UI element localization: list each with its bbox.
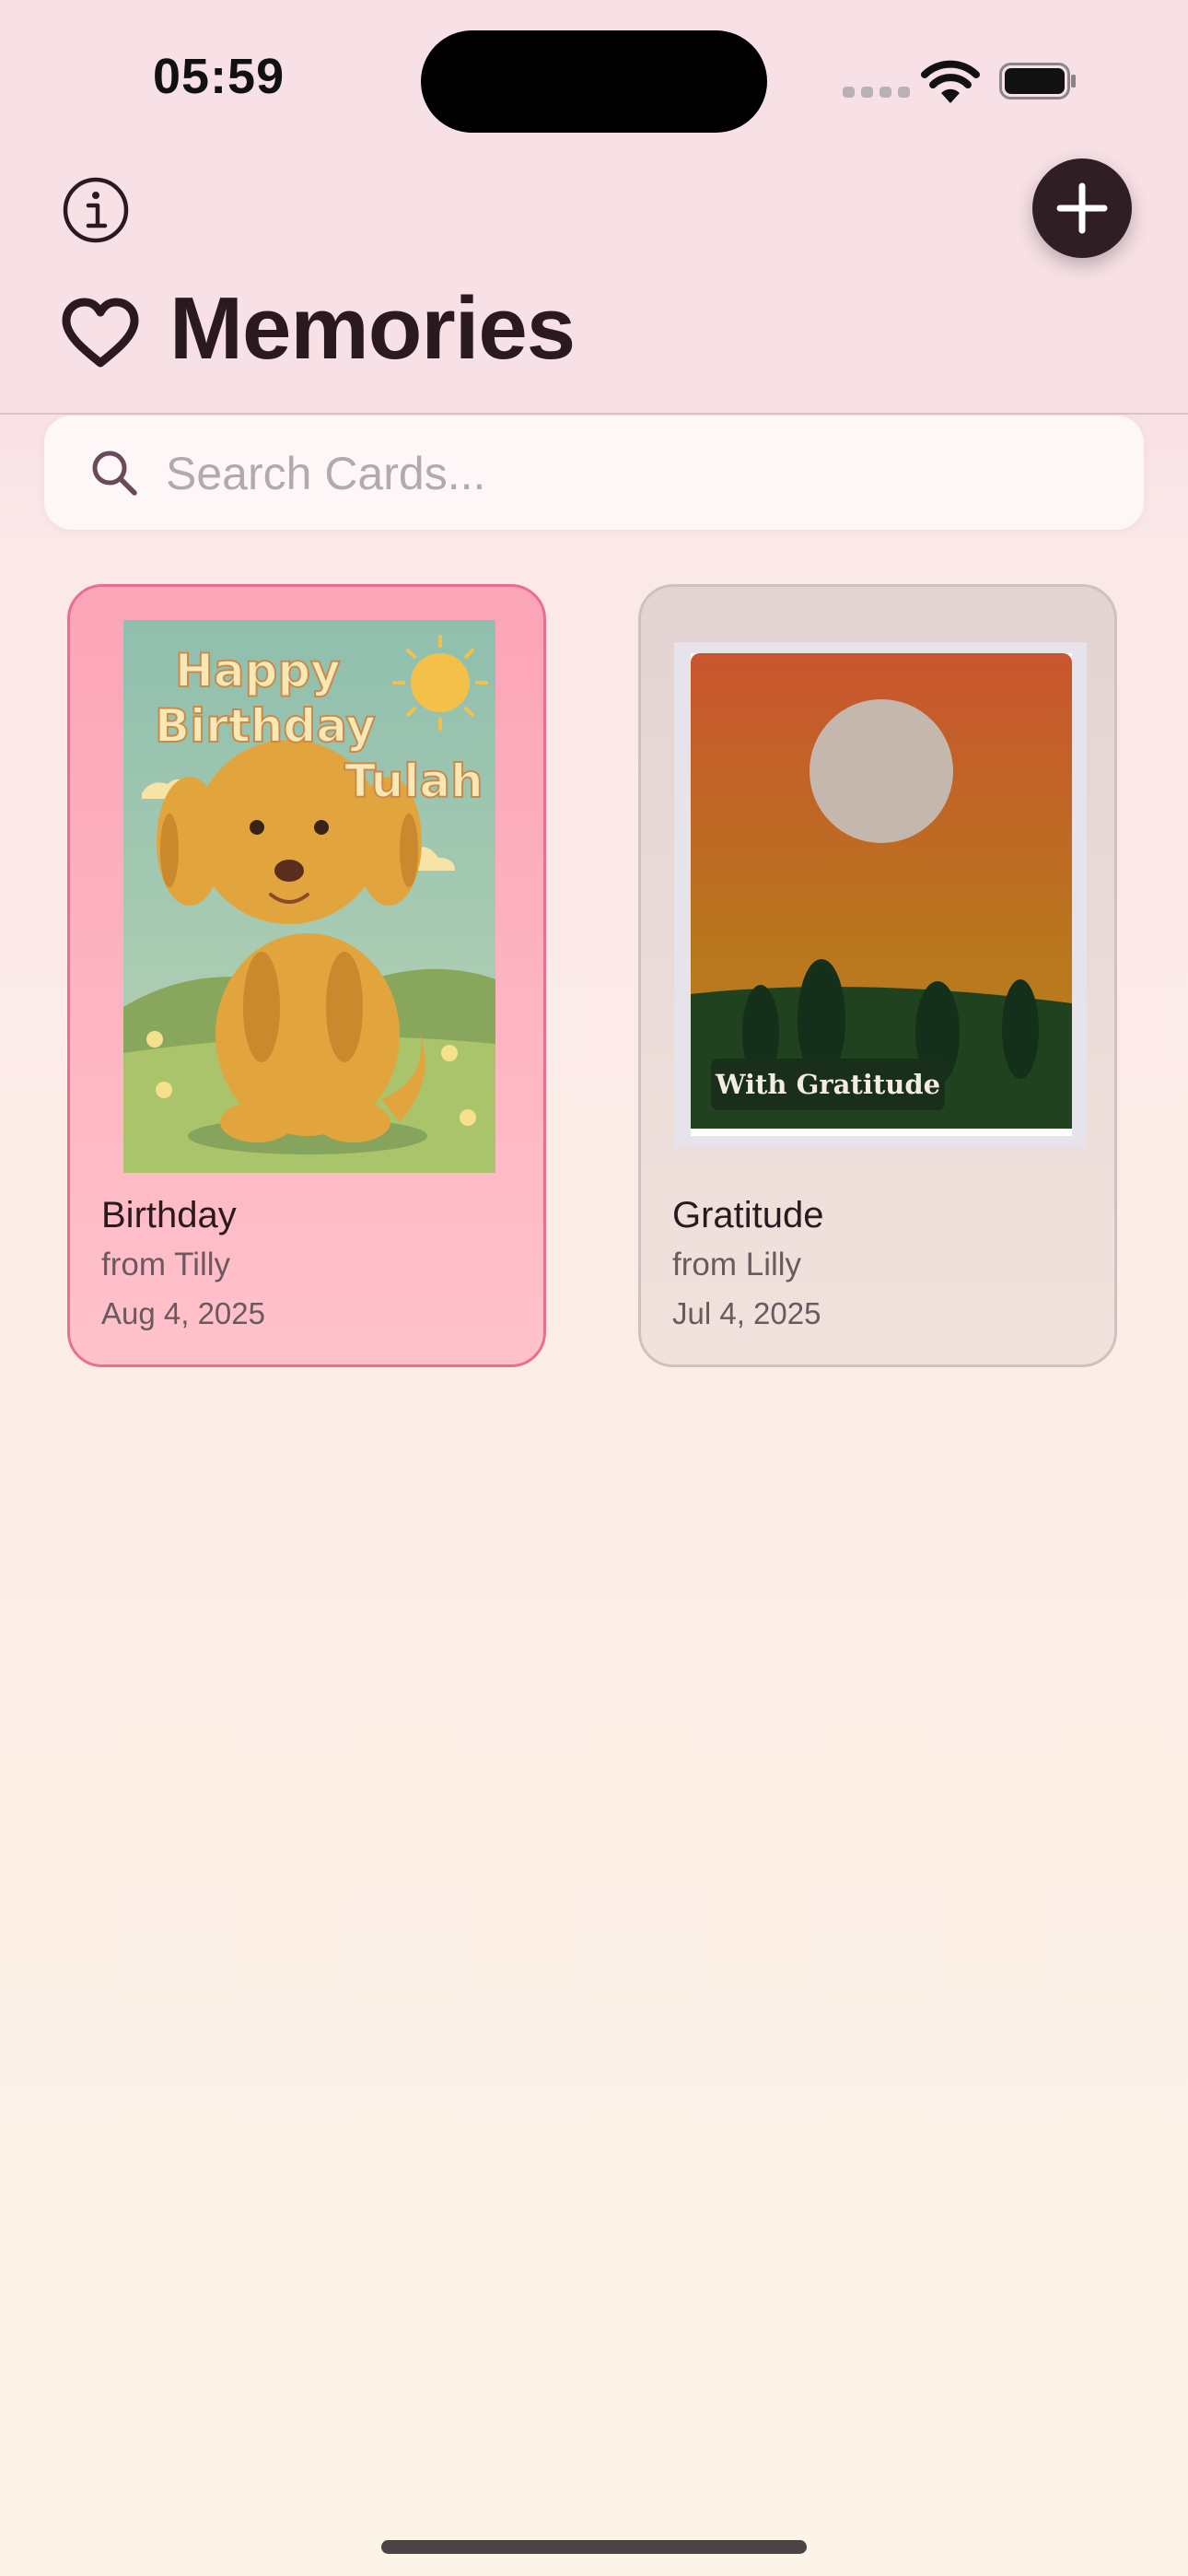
card-title: Birthday [101,1195,237,1235]
battery-icon [999,63,1076,100]
dynamic-island [421,30,767,133]
birthday-card-image: Happy Birthday Tulah [123,620,495,1173]
birthday-card-text-line-2: Birthday [155,699,376,753]
status-bar: 05:59 [0,0,1188,147]
add-card-button[interactable] [1032,158,1132,258]
header: Memories [0,147,1188,415]
plus-icon [1056,182,1108,234]
card-sender: from Tilly [101,1247,230,1282]
gratitude-card-text: With Gratitude [715,1069,940,1100]
home-indicator[interactable] [381,2540,807,2554]
search-bar[interactable] [44,416,1144,530]
birthday-card-text-line-1: Happy [175,644,341,697]
gratitude-card-image: With Gratitude [674,642,1087,1147]
memory-card-gratitude[interactable]: With Gratitude Gratitude from Lilly Jul … [638,584,1117,1367]
card-date: Jul 4, 2025 [672,1296,821,1330]
search-icon [92,451,137,496]
search-input[interactable] [164,438,1107,509]
cellular-signal-icon [843,87,910,98]
memory-card-birthday[interactable]: Happy Birthday Tulah Birthday from Tilly… [67,584,546,1367]
heart-icon [62,298,139,368]
card-sender: from Lilly [672,1247,802,1282]
page-title: Memories [169,279,576,378]
wifi-icon [921,60,980,103]
birthday-card-text-line-3: Tulah [344,755,483,808]
status-time: 05:59 [153,49,285,104]
card-title: Gratitude [672,1195,824,1235]
info-icon[interactable] [63,177,129,243]
card-date: Aug 4, 2025 [101,1296,265,1330]
